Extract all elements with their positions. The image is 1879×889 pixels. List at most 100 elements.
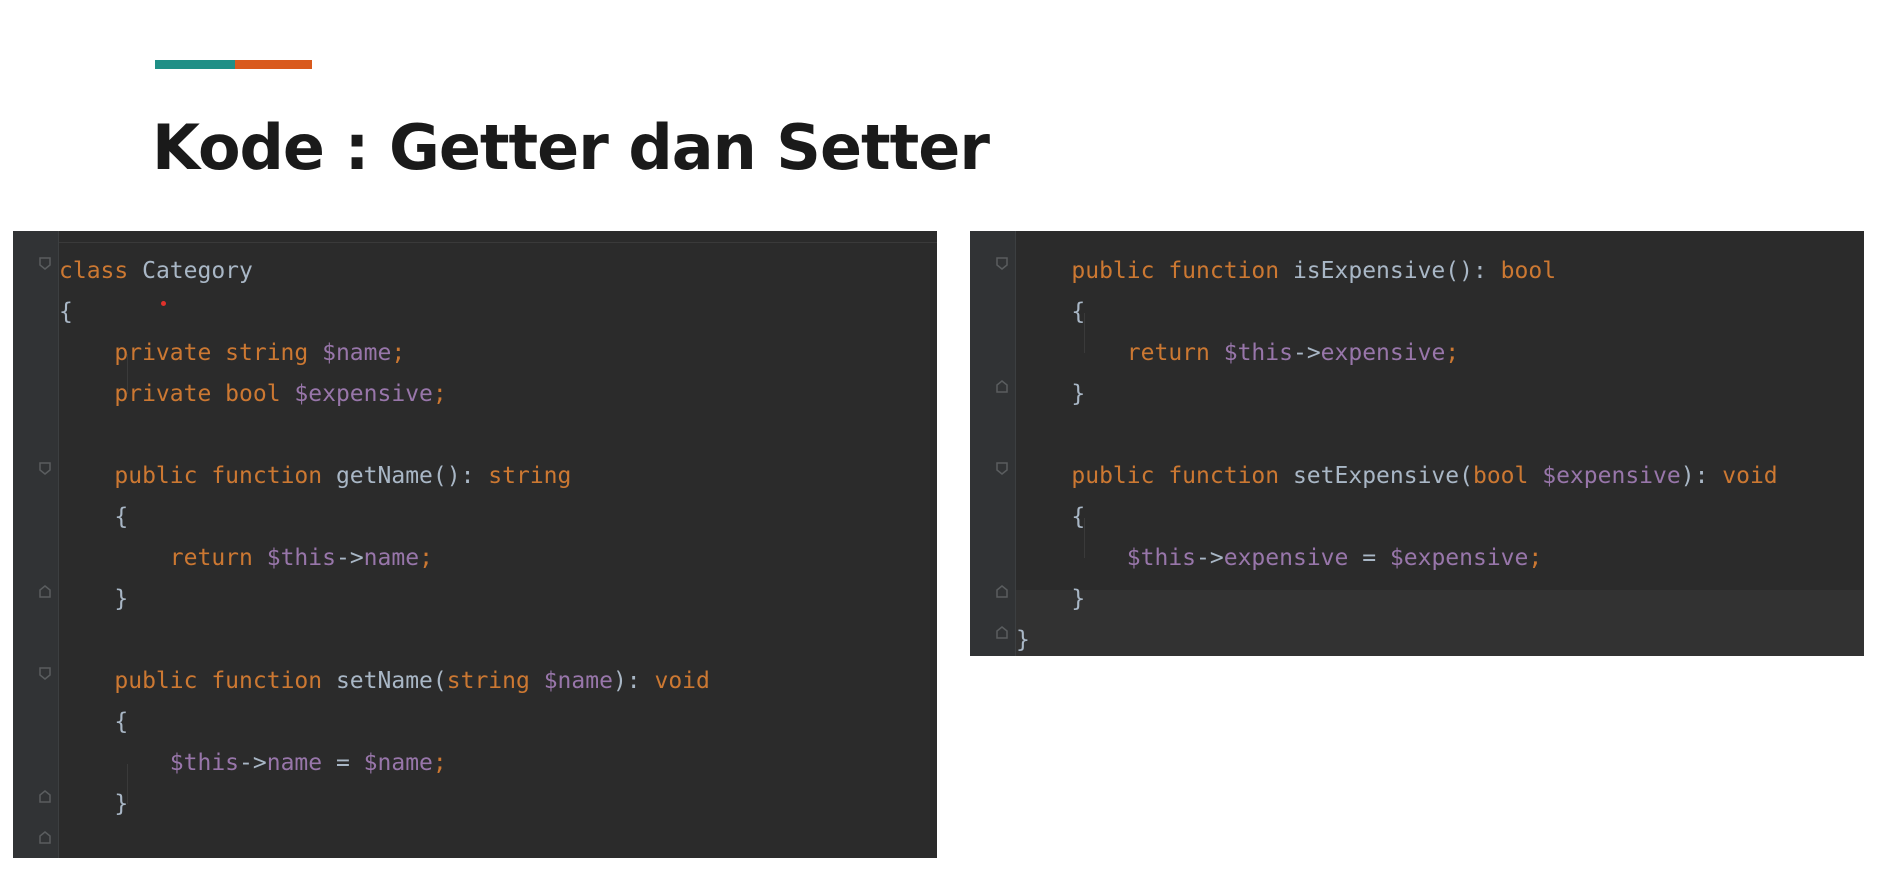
fold-close-icon[interactable]: [996, 380, 1008, 393]
code-panel-left: class Category { private string $name; pr…: [13, 231, 937, 858]
fold-open-icon[interactable]: [39, 462, 51, 475]
code-token: ;: [1528, 545, 1543, 571]
code-token: $name: [363, 750, 433, 776]
code-token: ->: [1292, 340, 1321, 366]
code-token: expensive: [1223, 545, 1349, 571]
code-token: bool: [1472, 463, 1543, 489]
code-block-left[interactable]: class Category { private string $name; pr…: [59, 251, 937, 825]
code-token: expensive: [1320, 340, 1446, 366]
fold-close-icon[interactable]: [39, 831, 51, 844]
code-token: $name: [543, 668, 613, 694]
code-line: {: [1016, 292, 1864, 333]
code-token: }: [114, 791, 129, 817]
code-token: getName: [335, 463, 433, 489]
code-token: function: [211, 463, 336, 489]
editor-gutter: [13, 231, 58, 858]
code-token: {: [114, 504, 129, 530]
code-line: {: [1016, 497, 1864, 538]
code-token: public: [1071, 463, 1169, 489]
code-line: }: [59, 579, 937, 620]
fold-close-icon[interactable]: [39, 585, 51, 598]
code-token: private: [114, 340, 226, 366]
code-token: ->: [239, 750, 267, 776]
slide-title: Kode : Getter dan Setter: [152, 111, 990, 184]
code-line: public function setName(string $name): v…: [59, 661, 937, 702]
code-token: class: [59, 258, 143, 284]
fold-open-icon[interactable]: [996, 462, 1008, 475]
code-token: ):: [1680, 463, 1723, 489]
code-token: ;: [419, 545, 433, 571]
code-token: ;: [432, 750, 447, 776]
code-token: function: [211, 668, 336, 694]
code-token: ):: [612, 668, 655, 694]
code-line: return $this->name;: [59, 538, 937, 579]
code-line: $this->expensive = $expensive;: [1016, 538, 1864, 579]
title-accent-bar: [155, 60, 312, 69]
code-token: }: [1016, 627, 1030, 653]
fold-close-icon[interactable]: [39, 790, 51, 803]
code-token: =: [1348, 545, 1390, 571]
fold-open-icon[interactable]: [39, 667, 51, 680]
code-line: public function isExpensive(): bool: [1016, 251, 1864, 292]
fold-open-icon[interactable]: [39, 257, 51, 270]
code-token: $this: [266, 545, 336, 571]
code-token: {: [59, 299, 73, 325]
code-token: string: [446, 668, 544, 694]
code-line: class Category: [59, 251, 937, 292]
code-token: ->: [1196, 545, 1224, 571]
fold-close-icon[interactable]: [996, 585, 1008, 598]
code-token: $this: [1223, 340, 1293, 366]
caret-marker: [161, 301, 166, 306]
code-token: $expensive: [1389, 545, 1529, 571]
code-panel-right: public function isExpensive(): bool { re…: [970, 231, 1864, 656]
code-token: name: [266, 750, 323, 776]
fold-open-icon[interactable]: [996, 257, 1008, 270]
code-token: {: [1071, 299, 1086, 325]
code-line: }: [1016, 374, 1864, 415]
accent-teal-segment: [155, 60, 235, 69]
code-token: return: [169, 545, 267, 571]
code-token: return: [1126, 340, 1224, 366]
code-token: isExpensive: [1292, 258, 1446, 284]
code-token: void: [1722, 463, 1778, 489]
code-token: $expensive: [294, 381, 433, 407]
code-token: bool: [1500, 258, 1557, 284]
code-token: $this: [1126, 545, 1197, 571]
code-token: public: [114, 463, 212, 489]
code-block-right[interactable]: public function isExpensive(): bool { re…: [1016, 251, 1864, 656]
code-token: setName: [335, 668, 433, 694]
code-token: string: [225, 340, 323, 366]
code-token: $this: [169, 750, 240, 776]
code-token: name: [363, 545, 420, 571]
code-token: {: [114, 709, 129, 735]
code-line: public function setExpensive(bool $expen…: [1016, 456, 1864, 497]
code-token: function: [1168, 258, 1293, 284]
code-token: =: [322, 750, 364, 776]
editor-top-rule: [59, 242, 937, 243]
fold-close-icon[interactable]: [996, 626, 1008, 639]
code-token: }: [1071, 586, 1086, 612]
code-line: public function getName(): string: [59, 456, 937, 497]
editor-gutter: [970, 231, 1015, 656]
code-line: }: [59, 784, 937, 825]
code-line: $this->name = $name;: [59, 743, 937, 784]
code-token: ():: [1445, 258, 1501, 284]
code-token: (: [432, 668, 447, 694]
code-line: private string $name;: [59, 333, 937, 374]
